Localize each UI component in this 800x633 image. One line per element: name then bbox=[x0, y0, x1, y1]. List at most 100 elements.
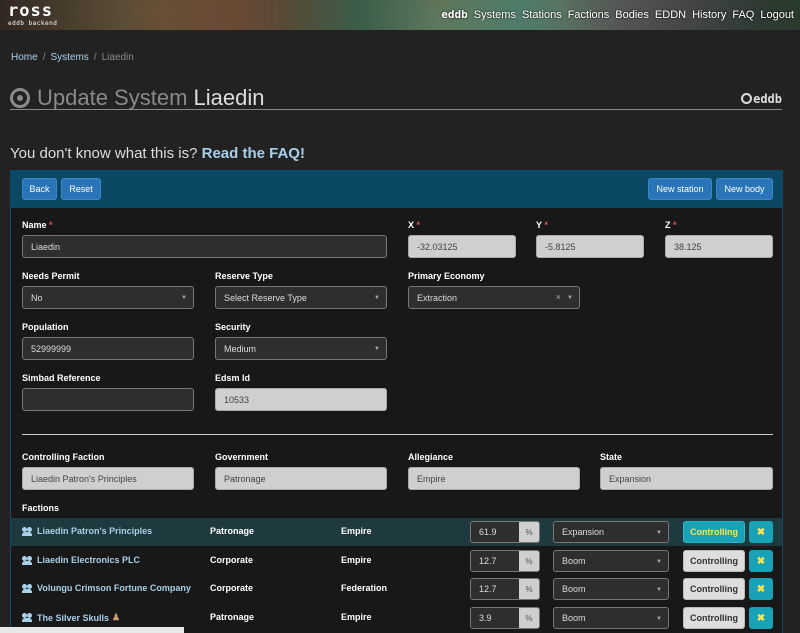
faction-name-link[interactable]: Liaedin Patron's Principles bbox=[22, 526, 152, 536]
faction-state-value: Boom bbox=[562, 584, 586, 594]
player-faction-icon: ♟ bbox=[112, 612, 121, 622]
faction-state-value: Boom bbox=[562, 556, 586, 566]
new-body-button[interactable]: New body bbox=[716, 178, 773, 200]
controlling-toggle-button[interactable]: Controlling bbox=[683, 578, 745, 600]
faction-name-link[interactable]: Liaedin Electronics PLC bbox=[22, 555, 140, 565]
eddb-brand-text: eddb bbox=[753, 92, 782, 106]
remove-faction-button[interactable]: ✖ bbox=[749, 607, 773, 629]
nav-factions[interactable]: Factions bbox=[568, 9, 610, 21]
nav-stations[interactable]: Stations bbox=[522, 9, 562, 21]
ross-logo[interactable]: ross eddb backend bbox=[8, 3, 57, 28]
breadcrumb-current: Liaedin bbox=[101, 52, 134, 63]
faction-name: Liaedin Electronics PLC bbox=[37, 555, 141, 565]
z-coordinate-input[interactable]: 38.125 bbox=[665, 235, 773, 258]
primary-economy-label: Primary Economy bbox=[408, 271, 485, 281]
x-coordinate-input[interactable]: -32.03125 bbox=[408, 235, 516, 258]
section-divider bbox=[22, 434, 773, 435]
page-title-prefix: Update System bbox=[37, 85, 188, 110]
state-label: State bbox=[600, 452, 623, 462]
z-label-text: Z bbox=[665, 220, 671, 230]
clear-icon[interactable]: × bbox=[556, 292, 561, 302]
name-input[interactable]: Liaedin bbox=[22, 235, 387, 258]
breadcrumb-systems[interactable]: Systems bbox=[50, 52, 88, 63]
influence-input[interactable]: 12.7% bbox=[470, 550, 540, 572]
faction-government: Patronage bbox=[210, 526, 255, 536]
controlling-faction-field: Liaedin Patron's Principles bbox=[22, 467, 194, 490]
remove-faction-button[interactable]: ✖ bbox=[749, 521, 773, 543]
y-label-text: Y bbox=[536, 220, 542, 230]
remove-faction-button[interactable]: ✖ bbox=[749, 550, 773, 572]
eddb-brand: eddb bbox=[741, 92, 782, 106]
x-label: X * bbox=[408, 220, 420, 230]
name-label: Name * bbox=[22, 220, 53, 230]
nav-bodies[interactable]: Bodies bbox=[615, 9, 649, 21]
controlling-faction-label: Controlling Faction bbox=[22, 452, 105, 462]
needs-permit-select[interactable]: No ▼ bbox=[22, 286, 194, 309]
faction-state-select[interactable]: Boom ▼ bbox=[553, 607, 669, 629]
reset-button[interactable]: Reset bbox=[61, 178, 101, 200]
faction-name-link[interactable]: The Silver Skulls ♟ bbox=[22, 612, 120, 623]
breadcrumb-home[interactable]: Home bbox=[11, 52, 38, 63]
eddb-logo-icon bbox=[741, 93, 753, 104]
nav-eddn[interactable]: EDDN bbox=[655, 9, 686, 21]
nav-faq[interactable]: FAQ bbox=[732, 9, 754, 21]
population-input[interactable]: 52999999 bbox=[22, 337, 194, 360]
chevron-down-icon: ▼ bbox=[656, 616, 662, 622]
page-title-system: Liaedin bbox=[193, 85, 265, 110]
faction-allegiance: Empire bbox=[341, 612, 372, 622]
nav-systems[interactable]: Systems bbox=[474, 9, 516, 21]
reserve-type-select[interactable]: Select Reserve Type ▼ bbox=[215, 286, 387, 309]
faq-link[interactable]: Read the FAQ! bbox=[202, 145, 305, 162]
remove-faction-button[interactable]: ✖ bbox=[749, 578, 773, 600]
faction-allegiance: Federation bbox=[341, 583, 388, 593]
x-label-text: X bbox=[408, 220, 415, 230]
users-icon bbox=[22, 613, 34, 622]
reserve-type-label: Reserve Type bbox=[215, 271, 273, 281]
chevron-down-icon: ▼ bbox=[656, 559, 662, 565]
chevron-down-icon: ▼ bbox=[181, 295, 187, 301]
state-field: Expansion bbox=[600, 467, 773, 490]
faction-state-value: Expansion bbox=[562, 527, 605, 537]
close-icon: ✖ bbox=[756, 526, 766, 538]
primary-economy-select[interactable]: Extraction × ▼ bbox=[408, 286, 580, 309]
nav-history[interactable]: History bbox=[692, 9, 726, 21]
nav-logout[interactable]: Logout bbox=[760, 9, 794, 21]
needs-permit-label: Needs Permit bbox=[22, 271, 80, 281]
nav-eddb-brand[interactable]: eddb bbox=[441, 8, 468, 21]
influence-value: 12.7 bbox=[471, 551, 519, 571]
controlling-toggle-button[interactable]: Controlling bbox=[683, 607, 745, 629]
controlling-toggle-button[interactable]: Controlling bbox=[683, 550, 745, 572]
faction-state-select[interactable]: Boom ▼ bbox=[553, 550, 669, 572]
faction-state-select[interactable]: Boom ▼ bbox=[553, 578, 669, 600]
close-icon: ✖ bbox=[756, 555, 766, 567]
faction-state-select[interactable]: Expansion ▼ bbox=[553, 521, 669, 543]
system-edit-panel: Back Reset New station New body Name * L… bbox=[10, 170, 783, 633]
faction-name-link[interactable]: Volungu Crimson Fortune Company bbox=[22, 583, 191, 593]
controlling-toggle-button[interactable]: Controlling bbox=[683, 521, 745, 543]
needs-permit-value: No bbox=[31, 292, 43, 303]
breadcrumb-separator: / bbox=[93, 52, 97, 63]
primary-economy-value: Extraction bbox=[417, 292, 458, 303]
faction-state-value: Boom bbox=[562, 613, 586, 623]
influence-input[interactable]: 3.9% bbox=[470, 607, 540, 629]
required-mark: * bbox=[49, 220, 53, 230]
edsm-id-label: Edsm Id bbox=[215, 373, 251, 383]
breadcrumb-separator: / bbox=[42, 52, 46, 63]
users-icon bbox=[22, 555, 34, 565]
new-station-button[interactable]: New station bbox=[648, 178, 712, 200]
top-navbar: ross eddb backend eddb Systems Stations … bbox=[0, 0, 800, 30]
security-select[interactable]: Medium ▼ bbox=[215, 337, 387, 360]
simbad-reference-input[interactable] bbox=[22, 388, 194, 411]
influence-input[interactable]: 61.9% bbox=[470, 521, 540, 543]
y-coordinate-input[interactable]: -5.8125 bbox=[536, 235, 644, 258]
percent-addon: % bbox=[519, 608, 539, 628]
horizontal-scrollbar[interactable] bbox=[0, 627, 184, 633]
chevron-down-icon: ▼ bbox=[374, 346, 380, 352]
edsm-id-input[interactable]: 10533 bbox=[215, 388, 387, 411]
faction-name: Volungu Crimson Fortune Company bbox=[37, 583, 191, 593]
faction-name: Liaedin Patron's Principles bbox=[37, 526, 153, 536]
page-title: Update System Liaedin bbox=[37, 85, 264, 111]
back-button[interactable]: Back bbox=[22, 178, 57, 200]
influence-input[interactable]: 12.7% bbox=[470, 578, 540, 600]
faction-government: Patronage bbox=[210, 612, 255, 622]
